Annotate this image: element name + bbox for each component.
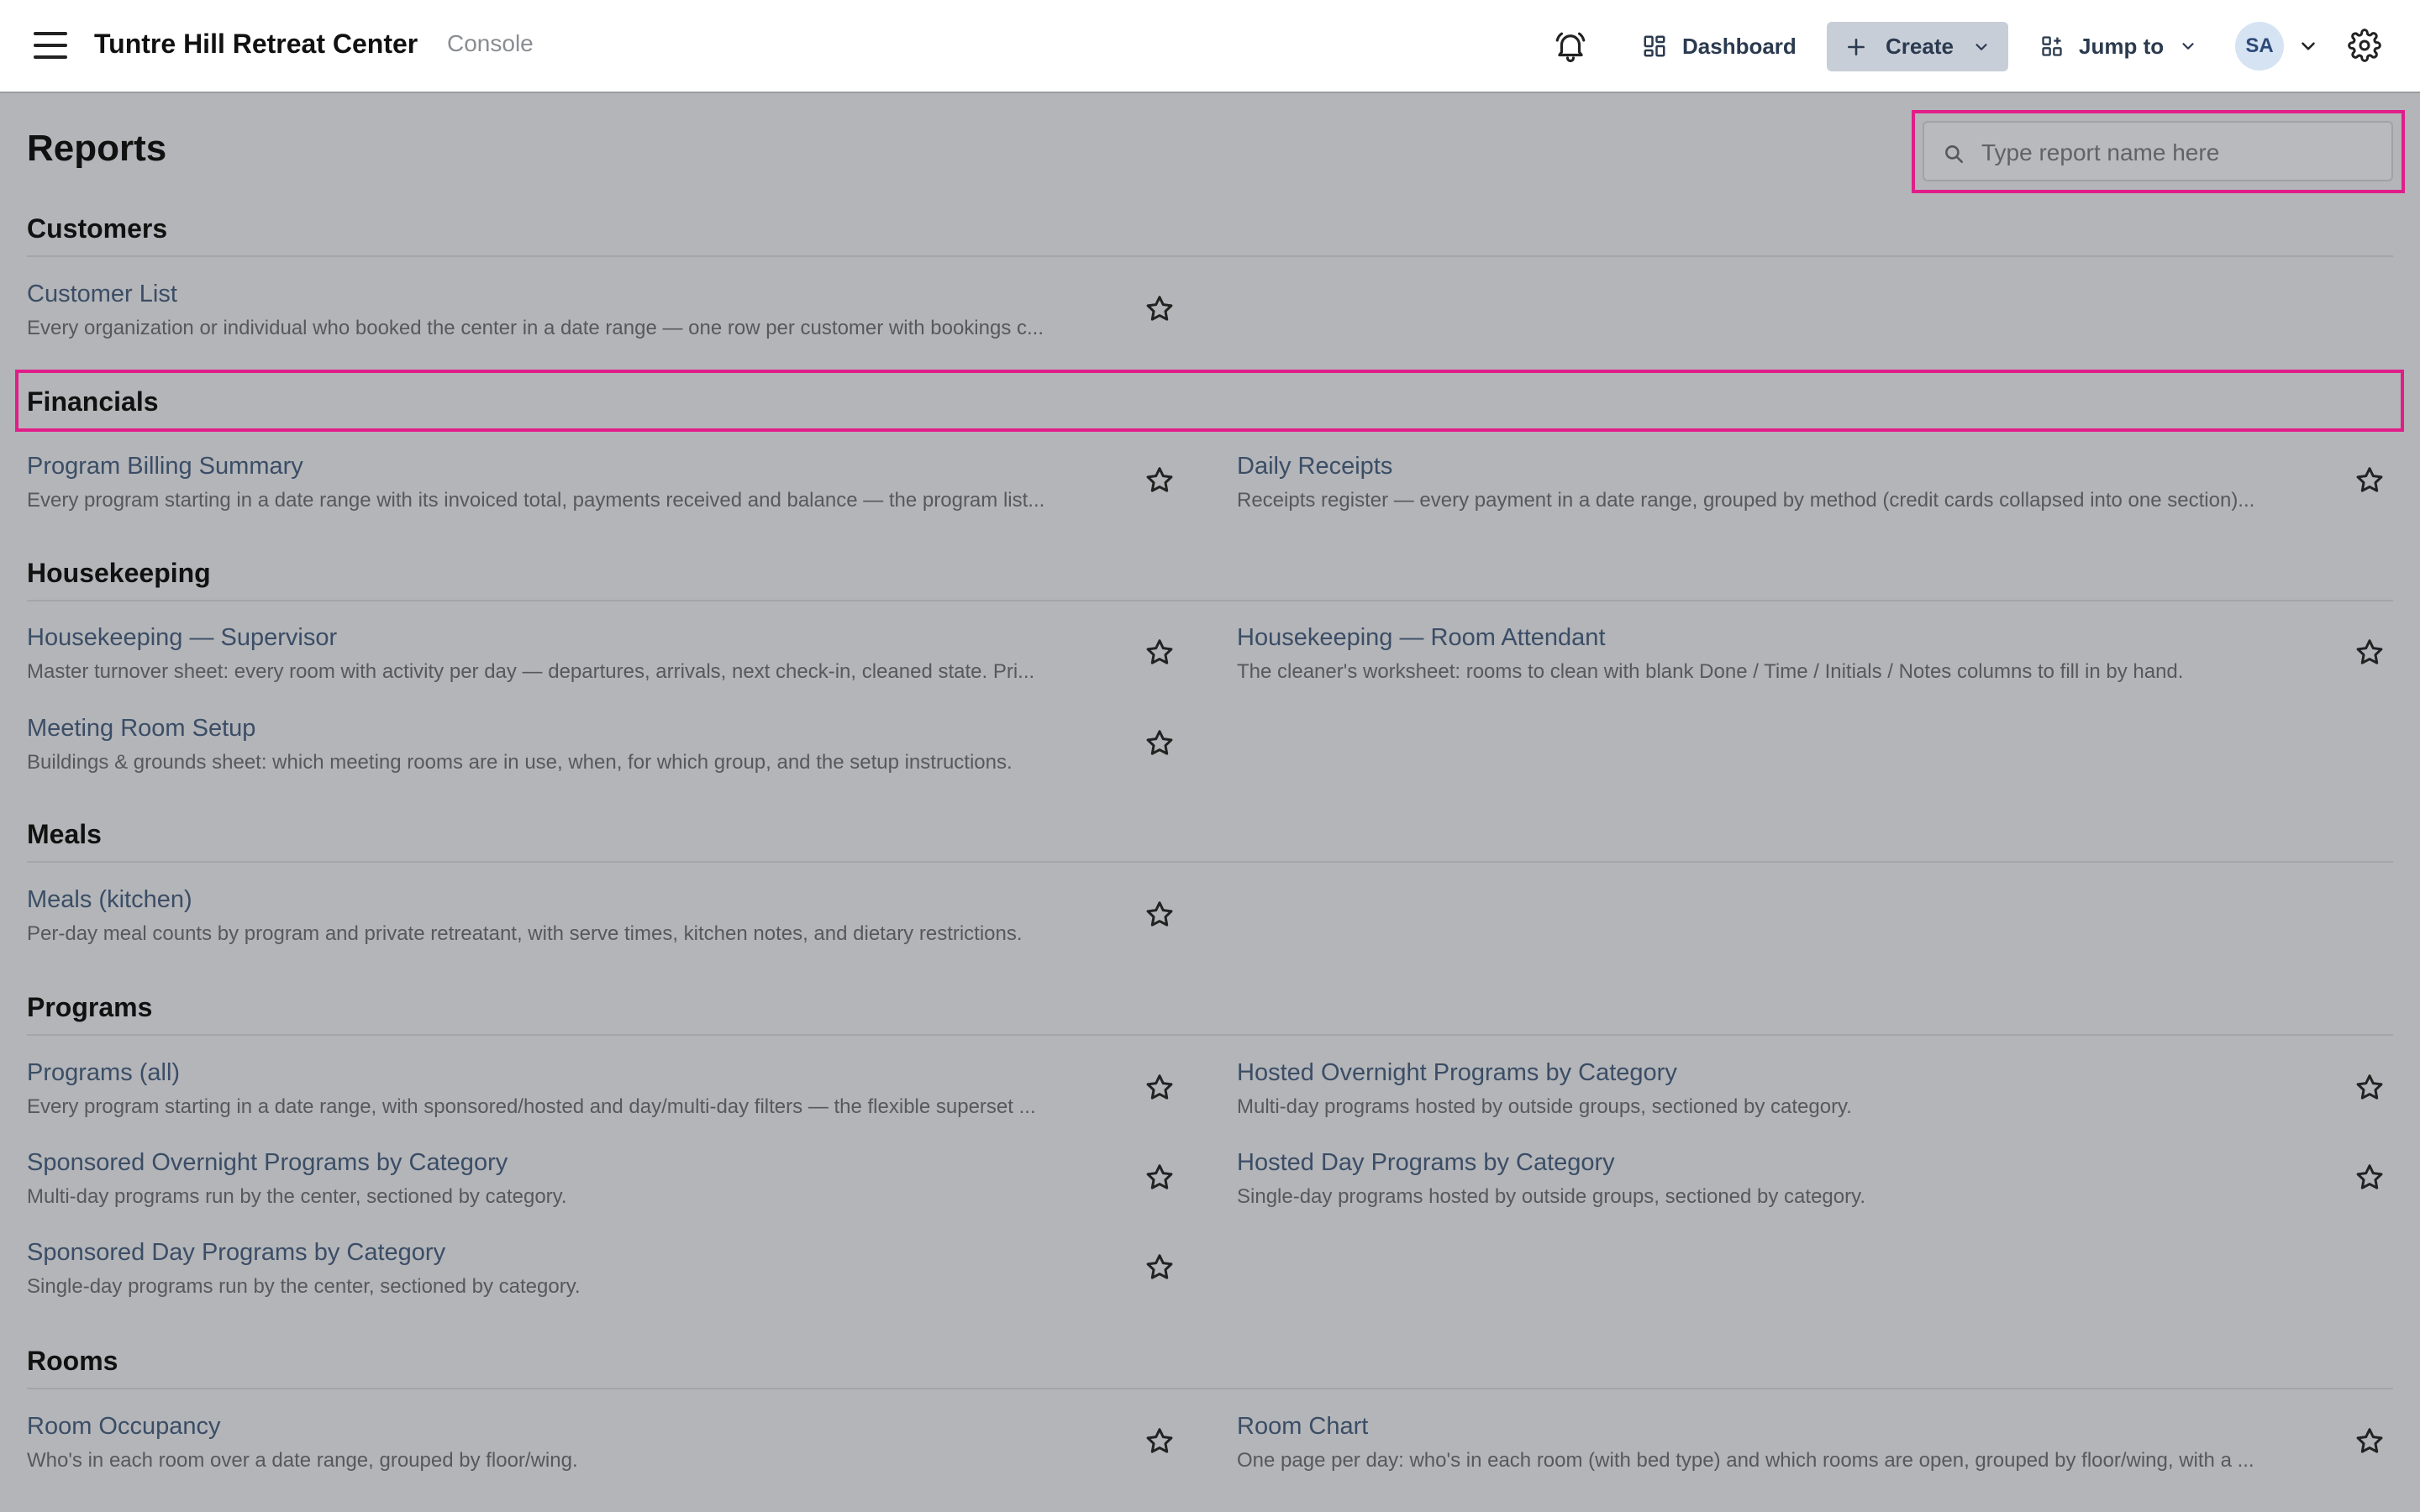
report-description: Single-day programs run by the center, s…: [27, 1275, 581, 1298]
report-search-box[interactable]: [1923, 121, 2393, 181]
section-title-programs: Programs: [27, 992, 153, 1022]
star-icon[interactable]: [1144, 899, 1176, 931]
report-name[interactable]: Hosted Day Programs by Category: [1237, 1149, 2363, 1177]
financials-highlight-box: [15, 370, 2404, 432]
report-description: Multi-day programs hosted by outside gro…: [1237, 1095, 1852, 1118]
report-room-occupancy[interactable]: Room Occupancy Who's in each room over a…: [27, 1413, 1153, 1473]
star-icon[interactable]: [1144, 293, 1176, 325]
search-icon: [1945, 145, 1964, 164]
report-name[interactable]: Meals (kitchen): [27, 886, 1153, 914]
report-name[interactable]: Programs (all): [27, 1059, 1153, 1087]
report-description: Per-day meal counts by program and priva…: [27, 922, 1023, 945]
report-description: The cleaner's worksheet: rooms to clean …: [1237, 660, 2184, 683]
section-title-customers: Customers: [27, 213, 168, 244]
star-icon[interactable]: [1144, 727, 1176, 759]
report-description: Every program starting in a date range, …: [27, 1095, 1036, 1118]
section-divider: [27, 1034, 2393, 1036]
bell-icon[interactable]: [1553, 29, 1588, 64]
report-meals-kitchen[interactable]: Meals (kitchen) Per-day meal counts by p…: [27, 886, 1153, 946]
report-name[interactable]: Hosted Overnight Programs by Category: [1237, 1059, 2363, 1087]
report-sponsored-overnight-programs[interactable]: Sponsored Overnight Programs by Category…: [27, 1149, 1153, 1209]
report-name[interactable]: Customer List: [27, 281, 1153, 308]
star-icon[interactable]: [1144, 637, 1176, 669]
star-icon[interactable]: [2354, 1072, 2386, 1104]
report-customer-list[interactable]: Customer List Every organization or indi…: [27, 281, 1153, 340]
report-sponsored-day-programs[interactable]: Sponsored Day Programs by Category Singl…: [27, 1239, 1153, 1299]
star-icon[interactable]: [1144, 1162, 1176, 1194]
report-description: Buildings & grounds sheet: which meeting…: [27, 751, 1013, 774]
report-description: Multi-day programs run by the center, se…: [27, 1185, 567, 1208]
create-label: Create: [1886, 34, 1954, 59]
report-housekeeping-room-attendant[interactable]: Housekeeping — Room Attendant The cleane…: [1237, 624, 2363, 684]
report-name[interactable]: Program Billing Summary: [27, 453, 1153, 480]
search-input[interactable]: [1981, 134, 2376, 171]
star-icon[interactable]: [1144, 465, 1176, 496]
jump-to-button[interactable]: Jump to: [2040, 22, 2197, 71]
menu-icon[interactable]: [34, 32, 67, 59]
report-room-chart[interactable]: Room Chart One page per day: who's in ea…: [1237, 1413, 2363, 1473]
star-icon[interactable]: [2354, 465, 2386, 496]
app-subtitle: Console: [447, 30, 534, 56]
report-description: Every organization or individual who boo…: [27, 317, 1044, 339]
report-hosted-day-programs[interactable]: Hosted Day Programs by Category Single-d…: [1237, 1149, 2363, 1209]
report-description: One page per day: who's in each room (wi…: [1237, 1449, 2254, 1472]
report-program-billing-summary[interactable]: Program Billing Summary Every program st…: [27, 453, 1153, 512]
app-title: Tuntre Hill Retreat Center: [94, 29, 418, 59]
top-bar: Tuntre Hill Retreat Center Console Dashb…: [0, 0, 2420, 93]
plus-icon: [1848, 38, 1865, 55]
chevron-down-icon: [1975, 43, 1987, 50]
dashboard-button[interactable]: Dashboard: [1632, 22, 1807, 71]
report-name[interactable]: Sponsored Overnight Programs by Category: [27, 1149, 1153, 1177]
report-meeting-room-setup[interactable]: Meeting Room Setup Buildings & grounds s…: [27, 715, 1153, 774]
report-name[interactable]: Room Chart: [1237, 1413, 2363, 1441]
section-divider: [27, 255, 2393, 257]
report-name[interactable]: Housekeeping — Supervisor: [27, 624, 1153, 652]
dashboard-icon: [1644, 35, 1665, 57]
star-icon[interactable]: [2354, 1425, 2386, 1457]
report-hosted-overnight-programs[interactable]: Hosted Overnight Programs by Category Mu…: [1237, 1059, 2363, 1119]
report-housekeeping-supervisor[interactable]: Housekeeping — Supervisor Master turnove…: [27, 624, 1153, 684]
section-title-meals: Meals: [27, 819, 102, 849]
section-divider: [27, 861, 2393, 863]
jump-icon: [2042, 36, 2062, 56]
report-name[interactable]: Daily Receipts: [1237, 453, 2363, 480]
gear-icon[interactable]: [2348, 29, 2381, 62]
page-title: Reports: [27, 128, 167, 169]
create-button[interactable]: Create: [1827, 22, 2008, 71]
report-description: Single-day programs hosted by outside gr…: [1237, 1185, 1865, 1208]
star-icon[interactable]: [1144, 1072, 1176, 1104]
report-programs-all[interactable]: Programs (all) Every program starting in…: [27, 1059, 1153, 1119]
star-icon[interactable]: [2354, 1162, 2386, 1194]
report-description: Receipts register — every payment in a d…: [1237, 489, 2255, 512]
section-title-financials: Financials: [27, 386, 159, 417]
report-name[interactable]: Housekeeping — Room Attendant: [1237, 624, 2363, 652]
dashboard-label: Dashboard: [1682, 33, 1797, 59]
section-divider: [27, 1388, 2393, 1389]
report-description: Every program starting in a date range w…: [27, 489, 1045, 512]
section-title-rooms: Rooms: [27, 1346, 118, 1376]
star-icon[interactable]: [1144, 1425, 1176, 1457]
section-title-housekeeping: Housekeeping: [27, 558, 211, 588]
star-icon[interactable]: [2354, 637, 2386, 669]
report-name[interactable]: Sponsored Day Programs by Category: [27, 1239, 1153, 1267]
report-daily-receipts[interactable]: Daily Receipts Receipts register — every…: [1237, 453, 2363, 512]
report-name[interactable]: Room Occupancy: [27, 1413, 1153, 1441]
report-name[interactable]: Meeting Room Setup: [27, 715, 1153, 743]
chevron-down-icon: [2182, 43, 2194, 50]
report-description: Who's in each room over a date range, gr…: [27, 1449, 578, 1472]
avatar[interactable]: SA: [2235, 22, 2284, 71]
chevron-down-icon[interactable]: [2297, 35, 2319, 57]
star-icon[interactable]: [1144, 1252, 1176, 1284]
jump-to-label: Jump to: [2079, 33, 2165, 59]
report-description: Master turnover sheet: every room with a…: [27, 660, 1035, 683]
section-divider: [27, 600, 2393, 601]
